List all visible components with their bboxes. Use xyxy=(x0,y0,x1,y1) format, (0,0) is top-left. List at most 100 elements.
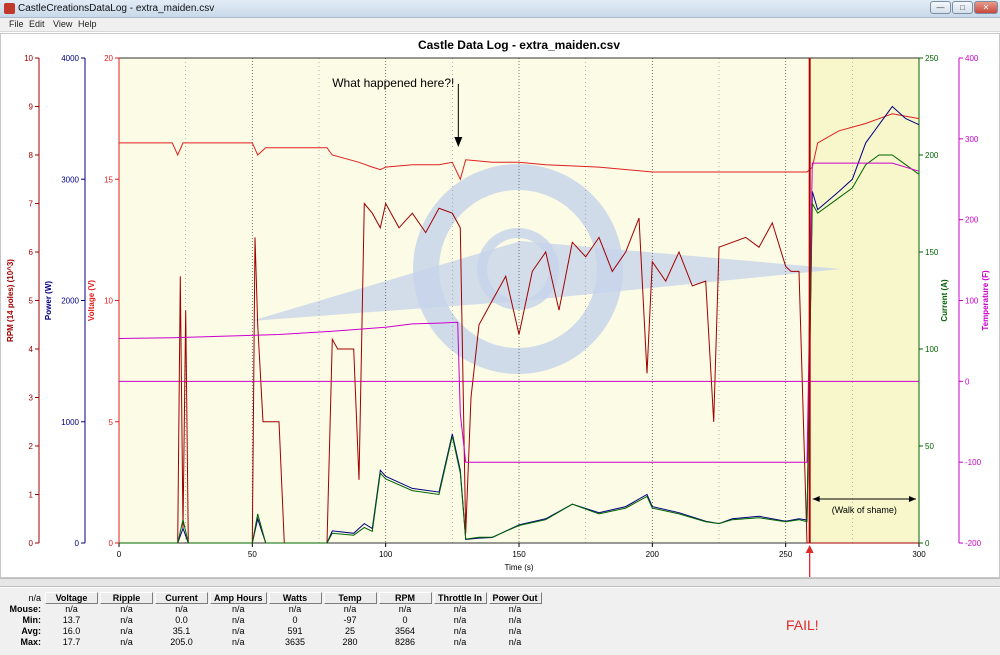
x-tick-label: 50 xyxy=(248,550,257,559)
y-tick-label: 10 xyxy=(24,54,33,63)
stats-cell: n/a xyxy=(120,604,133,614)
y-tick-label: 50 xyxy=(925,442,934,451)
stats-row: Mouse: n/a n/a n/a n/a n/a n/a n/a n/a n/a xyxy=(0,604,543,615)
stats-cell: 0 xyxy=(402,615,408,625)
stats-cell: 8286 xyxy=(395,637,416,647)
close-button[interactable]: ✕ xyxy=(974,1,998,14)
stats-cell: n/a xyxy=(508,637,522,647)
y-tick-label: 8 xyxy=(29,151,34,160)
horizontal-scrollbar[interactable] xyxy=(0,578,1000,587)
x-tick-label: 150 xyxy=(512,550,526,559)
minimize-button[interactable]: — xyxy=(930,1,951,14)
x-tick-label: 250 xyxy=(779,550,793,559)
stats-column-header[interactable]: Voltage xyxy=(44,592,99,604)
y-tick-label: 400 xyxy=(965,54,979,63)
data-log-chart[interactable]: Castle Data Log - extra_maiden.csv0 50 100… xyxy=(1,34,999,577)
stats-column-header[interactable]: Ripple xyxy=(99,592,154,604)
stats-column-label: Power Out xyxy=(488,592,542,604)
y-tick-label: 20 xyxy=(104,54,113,63)
y-tick-label: 2000 xyxy=(61,297,79,306)
menu-file[interactable]: File xyxy=(9,19,24,29)
stats-panel: n/a Voltage Ripple Current Amp Hours Watts Tem… xyxy=(0,588,1000,655)
stats-cell: n/a xyxy=(232,604,245,614)
y-tick-label: -200 xyxy=(965,539,982,548)
x-axis-label: Time (s) xyxy=(504,563,533,572)
stats-cell: n/a xyxy=(508,615,522,625)
y-tick-label: 3 xyxy=(29,394,34,403)
stats-column-header[interactable]: Temp xyxy=(323,592,378,604)
y-tick-label: 10 xyxy=(104,297,113,306)
y-tick-label: 9 xyxy=(29,103,34,112)
stats-row: Max: 17.7 n/a 205.0 n/a 3635 280 8286 n/a n/a xyxy=(0,637,543,648)
maximize-button[interactable]: □ xyxy=(952,1,973,14)
y-tick-label: 7 xyxy=(29,200,34,209)
y-tick-label: 200 xyxy=(965,216,979,225)
stats-row-label: Min: xyxy=(22,615,42,625)
y-tick-label: 0 xyxy=(29,539,34,548)
app-icon xyxy=(4,3,15,14)
y-tick-label: 0 xyxy=(965,377,970,386)
stats-cell: 0.0 xyxy=(175,615,188,625)
stats-cell: n/a xyxy=(232,637,245,647)
menu-help[interactable]: Help xyxy=(78,19,97,29)
stats-cell: n/a xyxy=(453,604,467,614)
stats-column-label: Current xyxy=(155,592,208,604)
stats-cell: n/a xyxy=(508,626,522,636)
stats-cell: n/a xyxy=(508,604,522,614)
y-axis-label: RPM (14 poles) (10^3) xyxy=(6,259,15,342)
question-annotation: What happened here?! xyxy=(332,76,454,90)
y-tick-label: 6 xyxy=(29,248,34,257)
x-tick-label: 0 xyxy=(117,550,122,559)
stats-column-header[interactable]: Amp Hours xyxy=(209,592,268,604)
stats-cell: n/a xyxy=(453,626,467,636)
stats-column-header[interactable]: Power Out xyxy=(488,592,543,604)
stats-column-header[interactable]: Current xyxy=(154,592,209,604)
menu-view[interactable]: View xyxy=(53,19,72,29)
y-tick-label: 4 xyxy=(29,345,34,354)
menu-bar: File Edit View Help xyxy=(0,18,1000,32)
stats-column-label: Temp xyxy=(323,592,377,604)
y-tick-label: 4000 xyxy=(61,54,79,63)
y-tick-label: 0 xyxy=(75,539,80,548)
stats-cell: 17.7 xyxy=(62,637,81,647)
y-tick-label: 5 xyxy=(109,418,114,427)
stats-column-label: Watts xyxy=(268,592,322,604)
fail-arrow-head xyxy=(805,545,814,553)
stats-column-header[interactable]: RPM xyxy=(378,592,433,604)
stats-cell: n/a xyxy=(175,604,188,614)
y-axis-label: Current (A) xyxy=(940,279,949,322)
y-tick-label: 250 xyxy=(925,54,939,63)
stats-cell: n/a xyxy=(232,626,245,636)
stats-cell: n/a xyxy=(343,604,357,614)
y-tick-label: 0 xyxy=(925,539,930,548)
y-tick-label: 5 xyxy=(29,297,34,306)
y-tick-label: 1000 xyxy=(61,418,79,427)
stats-cell: n/a xyxy=(120,626,133,636)
stats-cell: 13.7 xyxy=(62,615,81,625)
x-tick-label: 300 xyxy=(912,550,926,559)
stats-column-header[interactable]: Throttle In xyxy=(433,592,488,604)
chart-area[interactable]: Castle Data Log - extra_maiden.csv 0 50 100… xyxy=(0,33,1000,578)
stats-cell: n/a xyxy=(398,604,412,614)
y-axis-label: Temperature (F) xyxy=(981,270,990,331)
y-tick-label: 300 xyxy=(965,135,979,144)
stats-row-label: Avg: xyxy=(21,626,41,636)
menu-edit[interactable]: Edit xyxy=(29,19,45,29)
stats-row-label: Mouse: xyxy=(9,604,42,614)
y-axis-label: Voltage (V) xyxy=(87,280,96,322)
stats-cell: n/a xyxy=(65,604,78,614)
stats-column-label: Throttle In xyxy=(433,592,487,604)
stats-cell: n/a xyxy=(232,615,245,625)
walk-annotation: (Walk of shame) xyxy=(832,505,897,515)
stats-column-label: Amp Hours xyxy=(210,592,267,604)
y-tick-label: -100 xyxy=(965,458,982,467)
stats-cell: n/a xyxy=(120,637,133,647)
stats-row-label: Max: xyxy=(20,637,41,647)
stats-cell: n/a xyxy=(120,615,133,625)
stats-cell: n/a xyxy=(453,615,467,625)
y-tick-label: 150 xyxy=(925,248,939,257)
y-tick-label: 200 xyxy=(925,151,939,160)
stats-column-header[interactable]: Watts xyxy=(268,592,323,604)
stats-cell: 591 xyxy=(287,626,303,636)
stats-cell: 205.0 xyxy=(170,637,193,647)
